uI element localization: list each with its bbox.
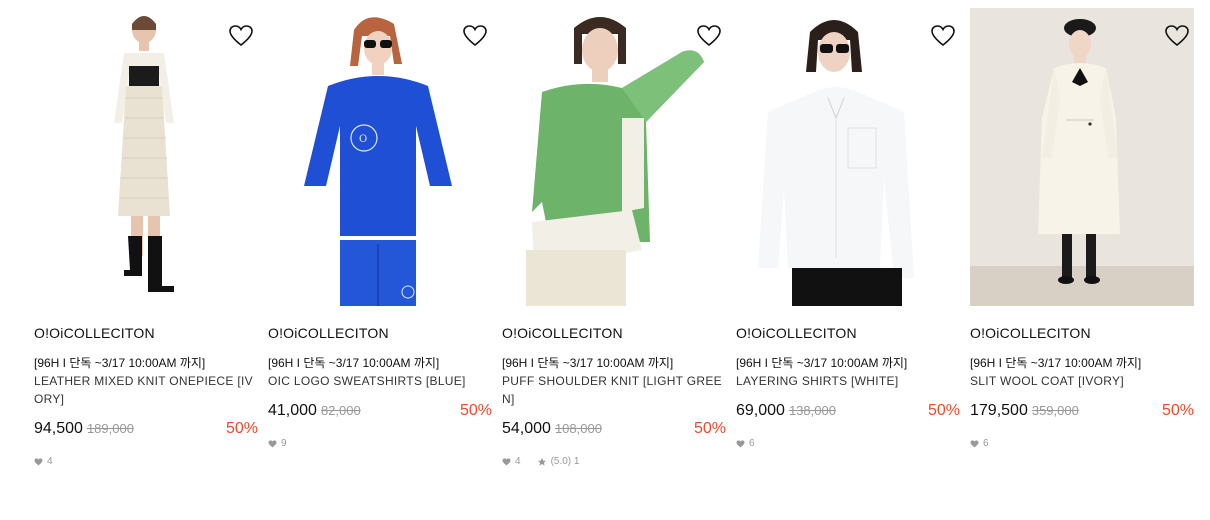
discount-rate: 50% xyxy=(927,402,960,419)
product-brand[interactable]: O!OiCOLLECITON xyxy=(34,325,258,343)
svg-text:O: O xyxy=(359,134,367,145)
price-row: 179,500 359,000 50% xyxy=(970,402,1194,424)
heart-filled-icon xyxy=(736,439,745,447)
price-row: 69,000 138,000 50% xyxy=(736,402,960,424)
original-price: 108,000 xyxy=(554,421,602,436)
product-card[interactable]: O!OiCOLLECITON [96H I 단독 ~3/17 10:00AM 까… xyxy=(736,8,960,449)
product-promo[interactable]: [96H I 단독 ~3/17 10:00AM 까지] xyxy=(268,354,492,372)
product-name[interactable]: SLIT WOOL COAT [IVORY] xyxy=(970,372,1194,390)
discount-rate: 50% xyxy=(225,420,258,437)
star-icon xyxy=(537,457,546,466)
heart-filled-icon xyxy=(34,457,43,465)
sale-price: 69,000 xyxy=(736,402,785,419)
heart-filled-icon xyxy=(502,457,511,465)
product-meta: 9 xyxy=(268,438,492,449)
like-count: 4 xyxy=(515,456,521,467)
product-card[interactable]: O!OiCOLLECITON [96H I 단독 ~3/17 10:00AM 까… xyxy=(502,8,726,467)
price-row: 94,500 189,000 50% xyxy=(34,420,258,442)
product-name[interactable]: OIC LOGO SWEATSHIRTS [BLUE] xyxy=(268,372,492,390)
sale-price: 179,500 xyxy=(970,402,1028,419)
price-row: 41,000 82,000 50% xyxy=(268,402,492,424)
like-count: 9 xyxy=(281,438,287,449)
wishlist-heart-icon[interactable] xyxy=(930,24,956,48)
original-price: 359,000 xyxy=(1031,403,1079,418)
product-image[interactable] xyxy=(970,8,1194,306)
product-promo[interactable]: [96H I 단독 ~3/17 10:00AM 까지] xyxy=(502,354,726,372)
product-brand[interactable]: O!OiCOLLECITON xyxy=(502,325,726,343)
product-brand[interactable]: O!OiCOLLECITON xyxy=(268,325,492,343)
product-card[interactable]: O!OiCOLLECITON [96H I 단독 ~3/17 10:00AM 까… xyxy=(970,8,1194,449)
product-name[interactable]: LEATHER MIXED KNIT ONEPIECE [IVORY] xyxy=(34,372,258,408)
product-image[interactable]: O xyxy=(268,8,492,306)
product-promo[interactable]: [96H I 단독 ~3/17 10:00AM 까지] xyxy=(970,354,1194,372)
rating-text: (5.0) 1 xyxy=(550,456,580,467)
product-meta: 6 xyxy=(736,438,960,449)
wishlist-heart-icon[interactable] xyxy=(228,24,254,48)
sale-price: 54,000 xyxy=(502,420,551,437)
original-price: 138,000 xyxy=(788,403,836,418)
discount-rate: 50% xyxy=(693,420,726,437)
wishlist-heart-icon[interactable] xyxy=(696,24,722,48)
product-brand[interactable]: O!OiCOLLECITON xyxy=(970,325,1194,343)
product-promo[interactable]: [96H I 단독 ~3/17 10:00AM 까지] xyxy=(736,354,960,372)
original-price: 82,000 xyxy=(320,403,361,418)
product-image[interactable] xyxy=(502,8,726,306)
product-name[interactable]: PUFF SHOULDER KNIT [LIGHT GREEN] xyxy=(502,372,726,408)
product-meta: 4 (5.0) 1 xyxy=(502,456,726,467)
sale-price: 41,000 xyxy=(268,402,317,419)
like-count: 6 xyxy=(749,438,755,449)
heart-filled-icon xyxy=(970,439,979,447)
product-image[interactable] xyxy=(34,8,258,306)
product-promo[interactable]: [96H I 단독 ~3/17 10:00AM 까지] xyxy=(34,354,258,372)
product-card[interactable]: O O!OiCOLLECITON [96H I 단독 ~3/17 10:00AM… xyxy=(268,8,492,449)
original-price: 189,000 xyxy=(86,421,134,436)
product-brand[interactable]: O!OiCOLLECITON xyxy=(736,325,960,343)
wishlist-heart-icon[interactable] xyxy=(462,24,488,48)
product-card[interactable]: O!OiCOLLECITON [96H I 단독 ~3/17 10:00AM 까… xyxy=(34,8,258,467)
product-meta: 6 xyxy=(970,438,1194,449)
like-count: 4 xyxy=(47,456,53,467)
heart-filled-icon xyxy=(268,439,277,447)
wishlist-heart-icon[interactable] xyxy=(1164,24,1190,48)
discount-rate: 50% xyxy=(1161,402,1194,419)
discount-rate: 50% xyxy=(459,402,492,419)
product-grid: O!OiCOLLECITON [96H I 단독 ~3/17 10:00AM 까… xyxy=(0,0,1210,520)
sale-price: 94,500 xyxy=(34,420,83,437)
product-meta: 4 xyxy=(34,456,258,467)
like-count: 6 xyxy=(983,438,989,449)
price-row: 54,000 108,000 50% xyxy=(502,420,726,442)
product-image[interactable] xyxy=(736,8,960,306)
product-name[interactable]: LAYERING SHIRTS [WHITE] xyxy=(736,372,960,390)
